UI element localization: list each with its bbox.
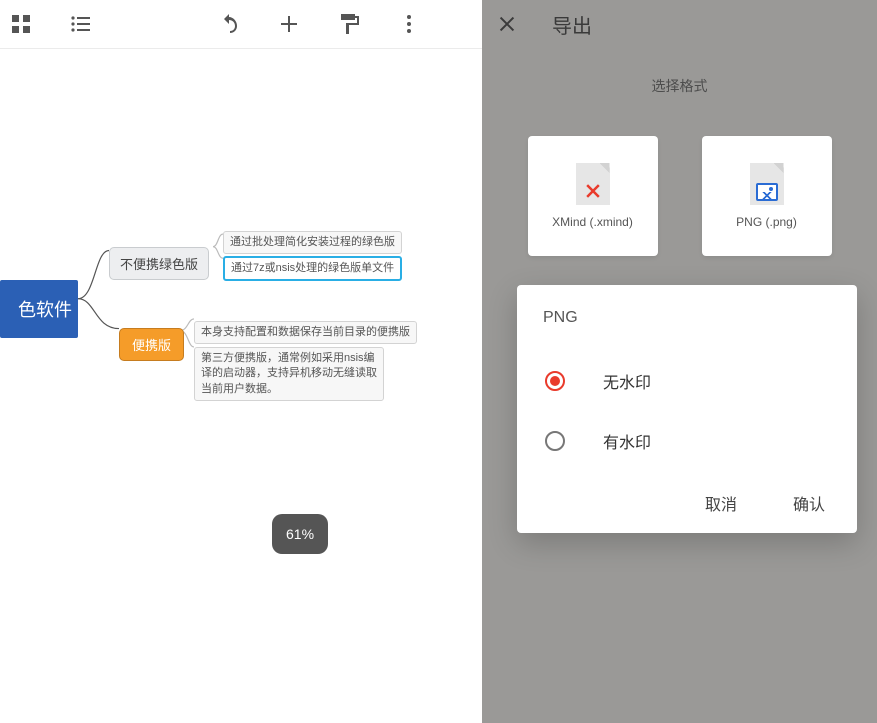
mindmap-branch-node[interactable]: 不便携绿色版 xyxy=(109,247,209,280)
mindmap-canvas[interactable]: 色软件 不便携绿色版 便携版 通过批处理简化安装过程的绿色版 通过7z或nsis… xyxy=(0,48,482,723)
close-icon[interactable] xyxy=(494,11,520,37)
radio-icon xyxy=(545,371,565,391)
xmind-file-icon xyxy=(576,163,610,205)
dialog-actions: 取消 确认 xyxy=(543,491,831,515)
add-icon[interactable] xyxy=(276,11,302,37)
export-panel-title: 导出 xyxy=(552,10,592,39)
export-panel-header: 导出 xyxy=(482,0,877,48)
radio-with-watermark[interactable]: 有水印 xyxy=(543,411,831,471)
outline-list-icon[interactable] xyxy=(68,11,94,37)
format-caption: XMind (.xmind) xyxy=(552,215,633,229)
mindmap-leaf-node[interactable]: 通过批处理简化安装过程的绿色版 xyxy=(223,231,402,254)
format-card-png[interactable]: PNG (.png) xyxy=(702,136,832,256)
mindmap-root-node[interactable]: 色软件 xyxy=(0,280,78,338)
mindmap-branch-node[interactable]: 便携版 xyxy=(119,328,184,361)
format-caption: PNG (.png) xyxy=(736,215,797,229)
view-grid-icon[interactable] xyxy=(8,11,34,37)
editor-toolbar xyxy=(0,0,482,48)
more-vert-icon[interactable] xyxy=(396,11,422,37)
select-format-label: 选择格式 xyxy=(482,76,877,96)
format-card-list: XMind (.xmind) PNG (.png) xyxy=(482,136,877,256)
mindmap-leaf-node[interactable]: 本身支持配置和数据保存当前目录的便携版 xyxy=(194,321,417,344)
radio-label: 有水印 xyxy=(603,429,651,453)
radio-icon xyxy=(545,431,565,451)
png-options-dialog: PNG 无水印 有水印 取消 确认 xyxy=(517,285,857,533)
png-file-icon xyxy=(750,163,784,205)
undo-icon[interactable] xyxy=(216,11,242,37)
radio-no-watermark[interactable]: 无水印 xyxy=(543,351,831,411)
format-card-xmind[interactable]: XMind (.xmind) xyxy=(528,136,658,256)
zoom-indicator: 61% xyxy=(272,514,328,554)
mindmap-leaf-node[interactable]: 第三方便携版，通常例如采用nsis编译的启动器，支持异机移动无缝读取当前用户数据… xyxy=(194,347,384,401)
dialog-title: PNG xyxy=(543,309,831,327)
radio-label: 无水印 xyxy=(603,369,651,393)
cancel-button[interactable]: 取消 xyxy=(705,491,737,515)
format-paint-icon[interactable] xyxy=(336,11,362,37)
export-panel: 导出 选择格式 XMind (.xmind) PNG (.png) PNG 无水… xyxy=(482,0,877,723)
confirm-button[interactable]: 确认 xyxy=(793,491,825,515)
mindmap-leaf-node-selected[interactable]: 通过7z或nsis处理的绿色版单文件 xyxy=(223,256,402,281)
mindmap-editor-pane: 色软件 不便携绿色版 便携版 通过批处理简化安装过程的绿色版 通过7z或nsis… xyxy=(0,0,482,723)
